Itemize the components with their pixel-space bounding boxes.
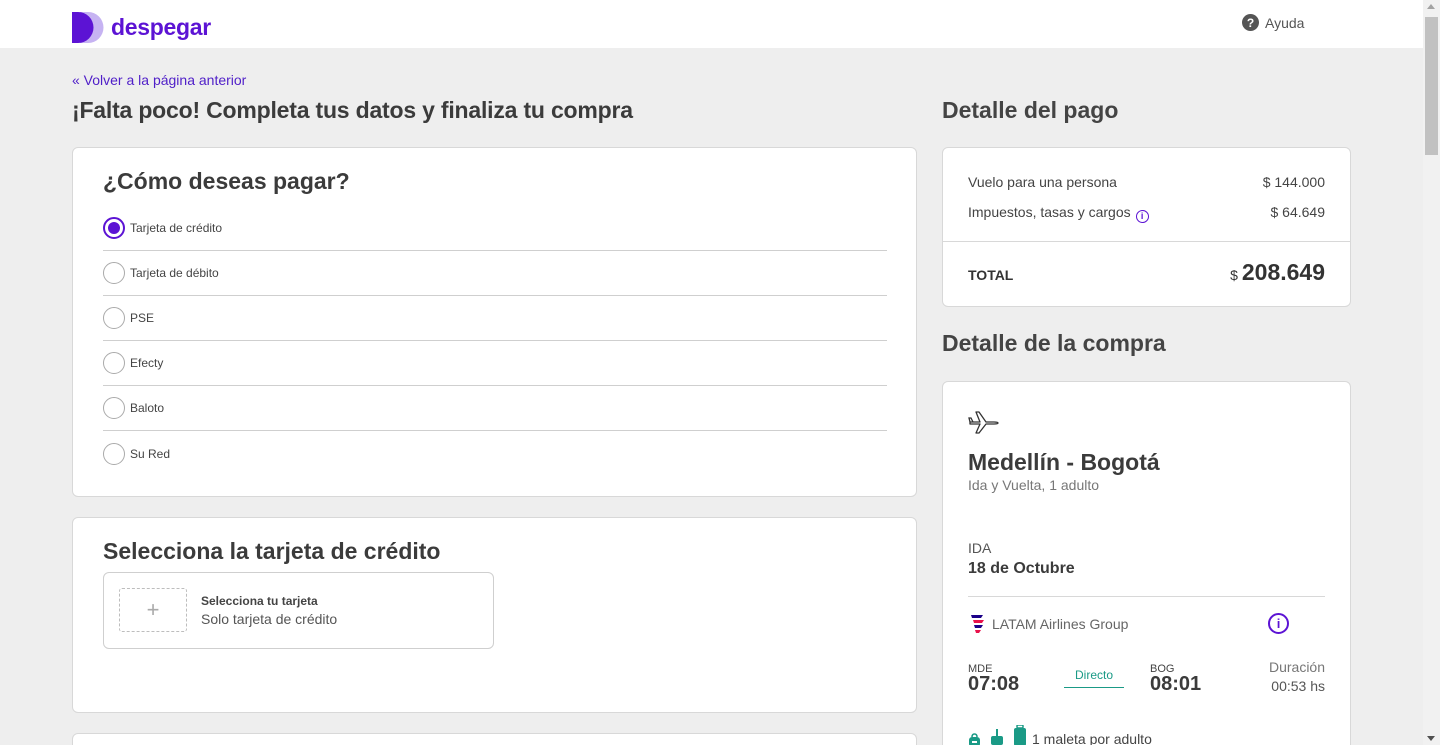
select-card-button[interactable]: + Selecciona tu tarjeta Solo tarjeta de … [103, 572, 494, 649]
price-row-value: $ 64.649 [1270, 204, 1326, 220]
backpack-icon [969, 733, 980, 745]
scroll-down-arrow-icon[interactable] [1427, 736, 1435, 741]
price-row-label-wrap: Impuestos, tasas y cargos i [968, 204, 1149, 223]
divider [968, 596, 1325, 597]
select-card-sublabel: Solo tarjeta de crédito [201, 611, 338, 627]
page-scrollbar[interactable] [1423, 0, 1440, 745]
price-row-taxes: Impuestos, tasas y cargos i $ 64.649 [968, 204, 1325, 223]
airline-name: LATAM Airlines Group [992, 616, 1129, 632]
payment-option-efecty[interactable]: Efecty [103, 341, 887, 386]
leg-label: IDA [968, 540, 992, 556]
info-icon[interactable]: i [1135, 209, 1149, 223]
payment-option-label: Tarjeta de débito [130, 266, 219, 280]
total-amount: 208.649 [1241, 259, 1325, 285]
price-row-label: Vuelo para una persona [968, 174, 1117, 190]
total-value: $208.649 [1230, 259, 1325, 286]
total-label: TOTAL [968, 267, 1014, 283]
airline: LATAM Airlines Group [968, 612, 1128, 636]
duration-label: Duración [1268, 659, 1325, 675]
scroll-up-arrow-icon[interactable] [1427, 4, 1435, 9]
radio-credit[interactable] [103, 217, 125, 239]
payment-option-label: Baloto [130, 401, 165, 415]
route-subtitle: Ida y Vuelta, 1 adulto [968, 477, 1100, 493]
help-label: Ayuda [1265, 14, 1305, 31]
origin-time: 07:08 [968, 673, 1020, 695]
purchase-detail-card: Medellín - Bogotá Ida y Vuelta, 1 adulto… [942, 381, 1351, 745]
select-card-label: Selecciona tu tarjeta [201, 594, 318, 608]
payment-method-card: ¿Cómo deseas pagar? Tarjeta de crédito T… [72, 147, 917, 497]
next-section-card [72, 733, 917, 745]
radio-baloto[interactable] [103, 397, 125, 419]
payment-option-label: PSE [130, 311, 155, 325]
payment-option-debit[interactable]: Tarjeta de débito [103, 251, 887, 296]
radio-efecty[interactable] [103, 352, 125, 374]
price-row-label: Impuestos, tasas y cargos [968, 204, 1131, 220]
credit-card-section: Selecciona la tarjeta de crédito + Selec… [72, 517, 917, 713]
purchase-detail-title: Detalle de la compra [942, 330, 1166, 356]
destination-time: 08:01 [1150, 673, 1202, 695]
leg-date: 18 de Octubre [968, 560, 1075, 577]
logo[interactable]: despegar [72, 11, 211, 44]
radio-sured[interactable] [103, 442, 125, 465]
baggage-info: 1 maleta por adulto [968, 725, 1152, 745]
payment-option-label: Su Red [130, 446, 171, 461]
price-row-value: $ 144.000 [1262, 174, 1325, 190]
radio-pse[interactable] [103, 307, 125, 329]
divider [943, 241, 1350, 242]
logo-text: despegar [111, 14, 211, 40]
duration-value: 00:53 hs [1271, 678, 1325, 694]
help-icon: ? [1242, 14, 1259, 31]
stops-label: Directo [1064, 668, 1124, 688]
payment-option-label: Efecty [130, 356, 164, 370]
latam-logo-icon [971, 615, 984, 633]
payment-option-credit[interactable]: Tarjeta de crédito [103, 206, 887, 251]
carry-on-icon [991, 729, 1003, 745]
payment-option-baloto[interactable]: Baloto [103, 386, 887, 431]
payment-detail-title: Detalle del pago [942, 97, 1119, 123]
logo-mark-icon [72, 12, 104, 43]
plane-icon [968, 411, 999, 434]
radio-debit[interactable] [103, 262, 125, 284]
payment-option-sured[interactable]: Su Red [103, 431, 887, 476]
help-link[interactable]: ? Ayuda [1242, 14, 1304, 31]
credit-card-title: Selecciona la tarjeta de crédito [103, 538, 441, 564]
scroll-thumb[interactable] [1425, 17, 1438, 155]
payment-option-label: Tarjeta de crédito [130, 221, 223, 235]
back-link[interactable]: « Volver a la página anterior [72, 72, 246, 88]
payment-option-pse[interactable]: PSE [103, 296, 887, 341]
info-icon[interactable]: i [1268, 613, 1289, 634]
suitcase-icon [1014, 725, 1026, 745]
payment-detail-card: Vuelo para una persona $ 144.000 Impuest… [942, 147, 1351, 307]
plus-icon: + [119, 588, 187, 632]
page-title: ¡Falta poco! Completa tus datos y finali… [72, 97, 633, 123]
route-title: Medellín - Bogotá [968, 449, 1160, 475]
payment-options-list: Tarjeta de crédito Tarjeta de débito PSE… [103, 206, 887, 476]
total-currency: $ [1230, 267, 1238, 283]
price-row-flight: Vuelo para una persona $ 144.000 [968, 174, 1325, 190]
top-bar: despegar ? Ayuda [0, 0, 1423, 48]
baggage-text: 1 maleta por adulto [1032, 731, 1152, 745]
payment-method-title: ¿Cómo deseas pagar? [103, 168, 350, 194]
